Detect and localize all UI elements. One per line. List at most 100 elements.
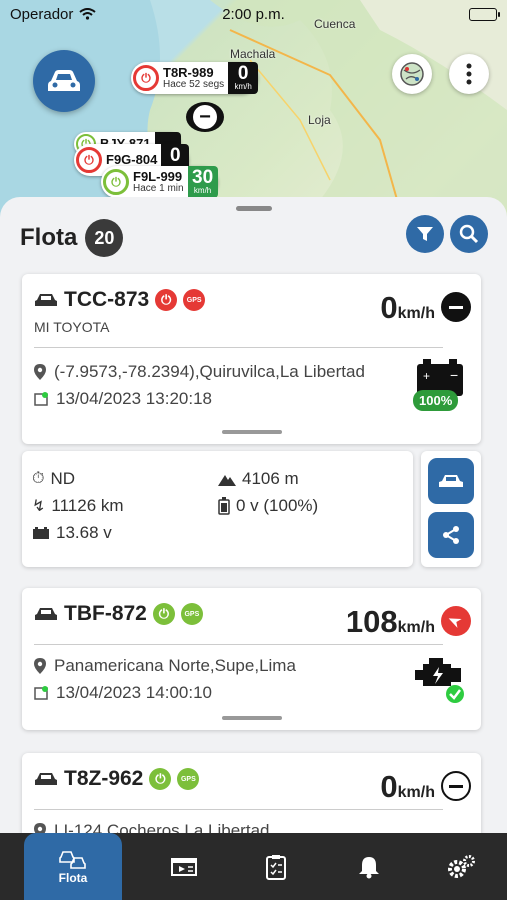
car-icon — [35, 773, 57, 785]
battery-icon — [469, 7, 500, 21]
clock: 2:00 p.m. — [222, 5, 285, 23]
settings-icon — [447, 854, 475, 878]
ignition-off-icon: ⏻ — [155, 289, 178, 311]
datetime-row: 13/04/2023 14:00:10 — [34, 683, 212, 703]
svg-text:−: − — [450, 367, 458, 383]
engine-ok-icon — [411, 656, 467, 709]
bell-icon — [358, 856, 379, 878]
share-button[interactable] — [428, 512, 474, 558]
card-expand-handle[interactable] — [222, 430, 282, 434]
report-icon — [266, 854, 287, 880]
vehicle-alias: MI TOYOTA — [34, 319, 110, 335]
location-row: (-7.9573,-78.2394),Quiruvilca,La Liberta… — [34, 362, 365, 382]
detail-altitude: 4106 m — [218, 469, 299, 489]
power-off-icon: ⏻ — [76, 147, 102, 173]
stopped-icon — [441, 771, 471, 801]
car-icon — [439, 475, 463, 487]
car-icon — [35, 294, 57, 306]
vehicle-location: (-7.9573,-78.2394),Quiruvilca,La Liberta… — [54, 362, 365, 381]
card-expand-handle[interactable] — [222, 716, 282, 720]
vehicle-speed: 0km/h — [380, 290, 435, 325]
marker-time: Hace 52 segs — [163, 78, 225, 90]
location-row: Panamericana Norte,Supe,Lima — [34, 656, 296, 676]
more-options-button[interactable] — [449, 54, 489, 94]
marker-speed: 30 — [192, 167, 214, 188]
map-layers-button[interactable] — [392, 54, 432, 94]
city-label: Loja — [308, 113, 331, 127]
vehicle-plate: TCC-873 — [64, 288, 150, 311]
media-icon — [171, 857, 198, 876]
battery-percent-badge: 100% — [413, 390, 459, 411]
mountain-icon — [218, 475, 236, 486]
fleet-icon — [59, 850, 86, 869]
detail-voltage: 13.68 v — [32, 523, 112, 543]
vehicle-detail-panel: ⏱ ND 4106 m ↯ 11126 km 0 v (100%) 13.68 … — [22, 451, 413, 567]
sheet-grabber[interactable] — [236, 206, 272, 211]
power-on-icon: ⏻ — [103, 169, 129, 195]
status-bar: Operador 2:00 p.m. — [0, 0, 507, 28]
vehicle-marker[interactable]: ⏻ T8R-989 Hace 52 segs 0 km/h — [131, 62, 259, 94]
filter-button[interactable] — [406, 215, 444, 253]
stopwatch-icon: ⏱ — [32, 470, 45, 487]
bottom-tab-bar: Flota — [0, 833, 507, 900]
vehicle-card[interactable]: TBF-872 ⏻ GPS 108km/h Panamericana Norte… — [22, 588, 481, 730]
vehicle-view-button[interactable] — [428, 458, 474, 504]
share-icon — [443, 526, 459, 544]
gps-status-icon: GPS — [180, 603, 203, 625]
vehicle-plate: TBF-872 — [64, 602, 147, 625]
tab-label: Flota — [58, 870, 88, 885]
route-icon: ↯ — [32, 498, 46, 515]
vehicle-actions — [421, 451, 481, 567]
tab-reports[interactable] — [230, 833, 322, 900]
marker-unit: km/h — [234, 82, 252, 91]
vehicle-speed: 0km/h — [380, 769, 435, 804]
power-off-icon: ⏻ — [133, 65, 159, 91]
city-label: Machala — [230, 47, 276, 61]
sheet-header: Flota 20 — [20, 219, 124, 257]
globe-route-icon — [400, 62, 424, 86]
ignition-on-icon: ⏻ — [152, 603, 175, 625]
tab-settings[interactable] — [415, 833, 507, 900]
marker-unit: km/h — [193, 186, 212, 195]
fleet-count-badge: 20 — [85, 219, 124, 257]
direction-arrow-icon — [441, 606, 471, 636]
datetime-row: 13/04/2023 13:20:18 — [34, 389, 212, 409]
fleet-sheet: Flota 20 TCC-873 ⏻ GPS MI TOYOTA 0km/h (… — [0, 197, 507, 900]
divider — [34, 644, 443, 645]
tab-fleet[interactable]: Flota — [24, 833, 122, 900]
marker-speed: 0 — [237, 63, 249, 84]
app-logo-button[interactable] — [33, 50, 95, 112]
battery-vertical-icon — [218, 497, 230, 515]
vehicle-plate: T8Z-962 — [64, 767, 144, 790]
vehicle-location: Panamericana Norte,Supe,Lima — [54, 656, 296, 675]
svg-text:+: + — [423, 369, 430, 383]
vehicle-datetime: 13/04/2023 14:00:10 — [56, 683, 212, 702]
stopped-icon — [441, 292, 471, 322]
divider — [34, 809, 443, 810]
marker-plate: F9G-804 — [106, 152, 158, 168]
battery-status: + − 100% — [413, 358, 469, 416]
car-logo-icon — [48, 70, 80, 91]
divider — [34, 347, 443, 348]
tab-media[interactable] — [138, 833, 230, 900]
vehicle-card[interactable]: TCC-873 ⏻ GPS MI TOYOTA 0km/h (-7.9573,-… — [22, 274, 481, 444]
car-icon — [35, 608, 57, 620]
car-battery-small-icon — [33, 527, 49, 539]
detail-internal-battery: 0 v (100%) — [218, 496, 318, 516]
gps-status-icon: GPS — [183, 289, 206, 311]
gps-status-icon: GPS — [177, 768, 200, 790]
vehicle-marker[interactable]: ⏻ F9L-999 Hace 1 min 30 km/h — [101, 166, 218, 198]
vehicle-datetime: 13/04/2023 13:20:18 — [56, 389, 212, 408]
location-pin-icon — [34, 364, 46, 380]
tab-notifications[interactable] — [323, 833, 415, 900]
marker-plate: F9L-999 — [133, 168, 183, 184]
detail-status: ⏱ ND — [32, 469, 76, 488]
marker-time: Hace 1 min — [133, 182, 184, 194]
more-vertical-icon — [466, 63, 472, 85]
search-button[interactable] — [450, 215, 488, 253]
location-pin-icon — [34, 658, 46, 674]
calendar-status-icon — [34, 686, 48, 700]
page-title: Flota — [20, 224, 78, 251]
calendar-status-icon — [34, 392, 48, 406]
cluster-marker[interactable]: − — [186, 102, 224, 132]
